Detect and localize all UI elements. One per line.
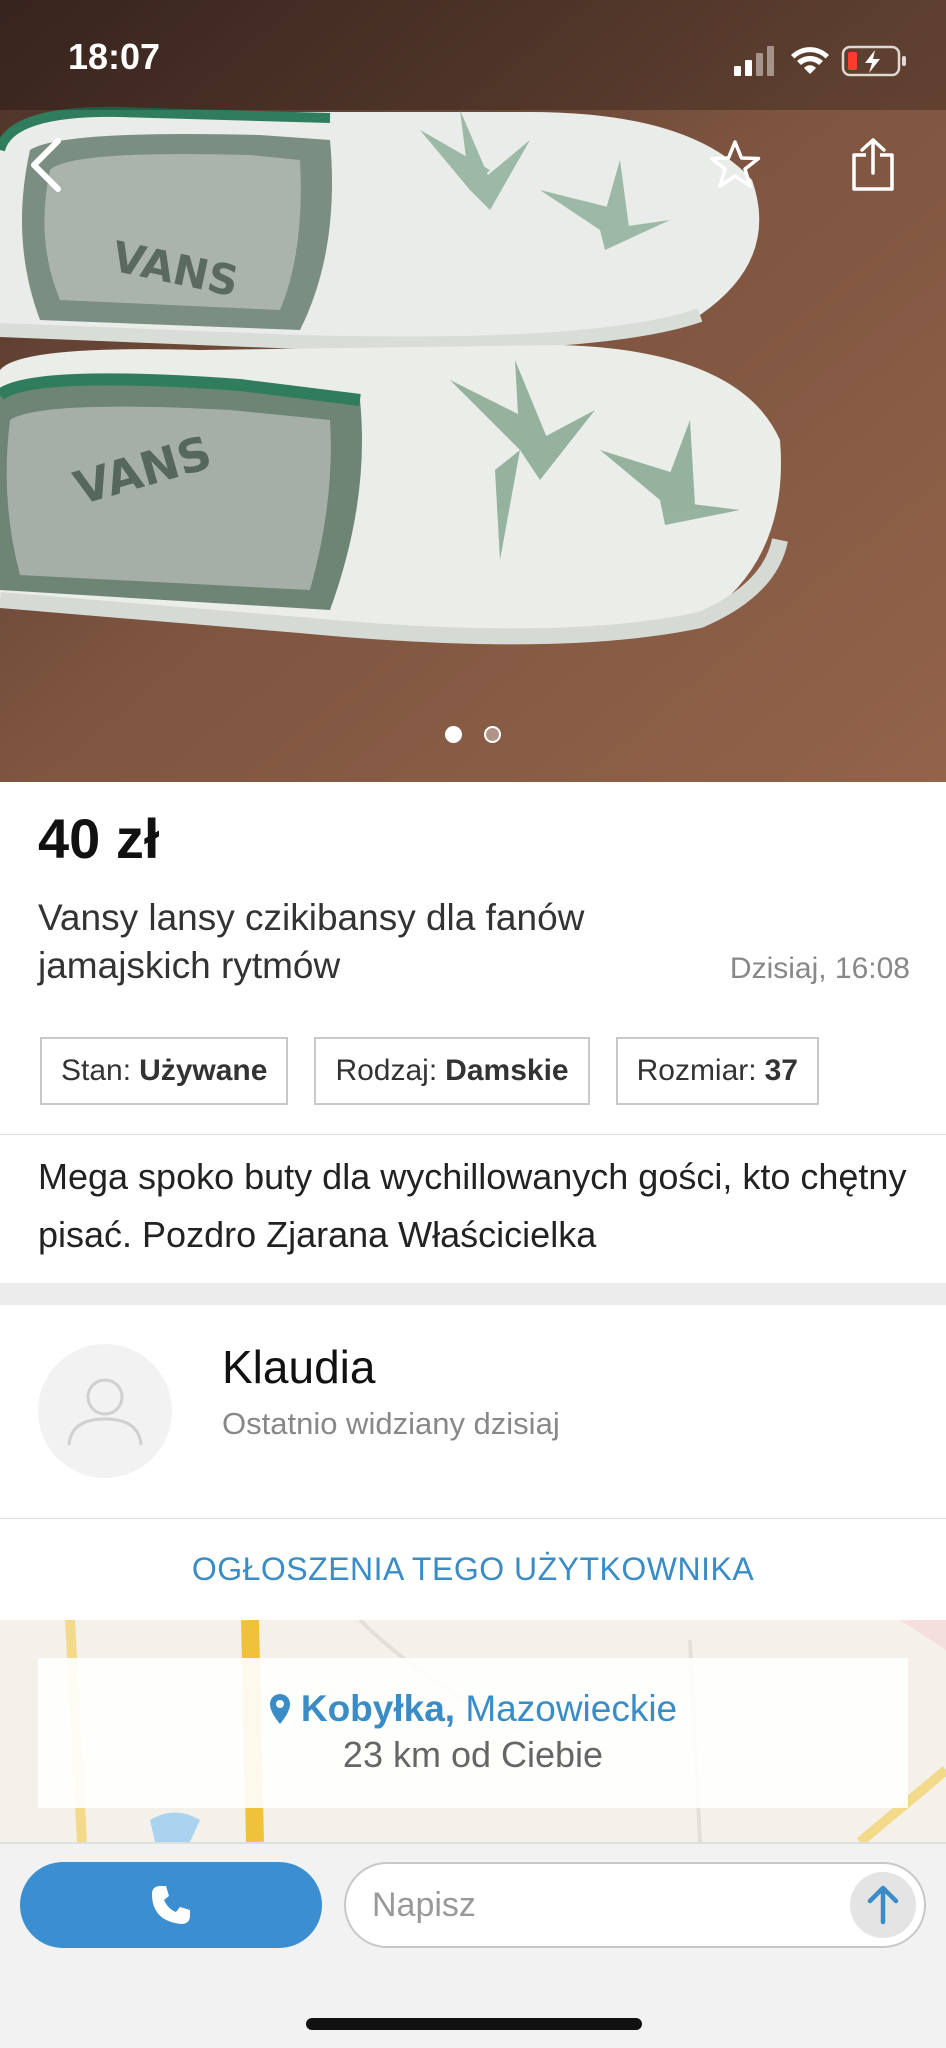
seller-name[interactable]: Klaudia xyxy=(222,1340,375,1394)
call-button[interactable] xyxy=(20,1862,322,1948)
star-outline-icon xyxy=(709,140,761,188)
location-distance: 23 km od Ciebie xyxy=(342,1734,604,1775)
favorite-button[interactable] xyxy=(700,130,770,200)
shoes-photo: VANS VANS xyxy=(0,0,946,782)
location-pin-icon xyxy=(269,1694,290,1724)
attribute-type: Rodzaj: Damskie xyxy=(314,1037,590,1105)
share-icon xyxy=(852,138,894,191)
back-button[interactable] xyxy=(14,130,78,200)
message-field[interactable] xyxy=(344,1862,926,1948)
attribute-value: 37 xyxy=(764,1054,798,1087)
page-dot-active[interactable] xyxy=(445,726,462,743)
location-city: Kobyłka, xyxy=(300,1688,456,1729)
image-pagination xyxy=(0,726,946,743)
listing-attributes: Stan: Używane Rodzaj: Damskie Rozmiar: 37 xyxy=(40,1037,819,1105)
listing-title: Vansy lansy czikibansy dla fanów jamajsk… xyxy=(38,897,585,986)
section-divider xyxy=(0,1283,946,1305)
attribute-size: Rozmiar: 37 xyxy=(615,1037,819,1105)
listing-photo[interactable]: VANS VANS 18:07 xyxy=(0,0,946,782)
listing-price: 40 zł xyxy=(38,807,160,870)
chevron-left-icon xyxy=(31,138,61,192)
battery-icon xyxy=(841,45,906,77)
send-button[interactable] xyxy=(850,1872,916,1938)
avatar[interactable] xyxy=(38,1344,172,1478)
wifi-icon xyxy=(791,47,829,74)
home-indicator xyxy=(306,2018,642,2030)
divider xyxy=(0,1134,946,1135)
page-dot[interactable] xyxy=(484,726,501,743)
listing-description: Mega spoko buty dla wychillowanych gości… xyxy=(38,1156,907,1255)
attribute-value: Używane xyxy=(139,1054,268,1087)
cellular-signal-icon xyxy=(734,46,774,76)
location-line: Kobyłka, Mazowieckie xyxy=(38,1688,908,1730)
location-map[interactable]: Kobyłka, Mazowieckie 23 km od Ciebie xyxy=(0,1620,946,1842)
phone-icon xyxy=(152,1886,190,1924)
arrow-up-icon xyxy=(867,1885,899,1925)
location-card: Kobyłka, Mazowieckie 23 km od Ciebie xyxy=(38,1658,908,1808)
attribute-label: Rozmiar: xyxy=(636,1054,757,1087)
status-icons xyxy=(734,42,910,83)
attribute-label: Rodzaj: xyxy=(335,1054,438,1087)
user-placeholder-icon xyxy=(67,1378,143,1446)
status-bar: 18:07 xyxy=(0,0,946,110)
user-ads-link[interactable]: OGŁOSZENIA TEGO UŻYTKOWNIKA xyxy=(0,1518,946,1620)
bottom-action-bar xyxy=(0,1842,946,2048)
status-time: 18:07 xyxy=(68,36,161,77)
attribute-condition: Stan: Używane xyxy=(40,1037,289,1105)
attribute-label: Stan: xyxy=(61,1054,132,1087)
listing-posted-date: Dzisiaj, 16:08 xyxy=(729,952,910,985)
seller-last-seen: Ostatnio widziany dzisiaj xyxy=(222,1406,560,1441)
share-button[interactable] xyxy=(838,130,908,200)
message-input[interactable] xyxy=(372,1864,832,1946)
attribute-value: Damskie xyxy=(445,1054,569,1087)
location-region: Mazowieckie xyxy=(465,1688,678,1729)
